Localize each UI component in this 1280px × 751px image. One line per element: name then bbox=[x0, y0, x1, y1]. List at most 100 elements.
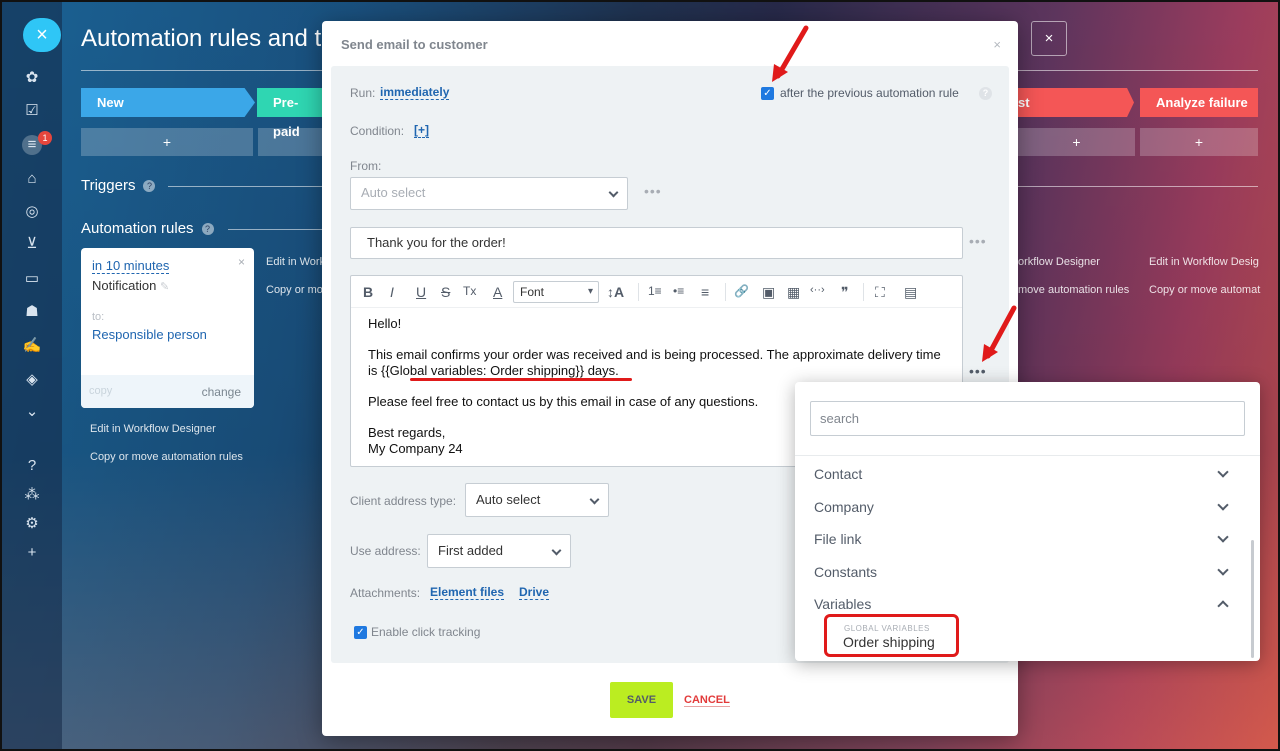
card-footer: copy change bbox=[81, 375, 254, 408]
stage-pre-paid[interactable]: Pre-paid bbox=[257, 88, 322, 139]
chevron-down-icon[interactable] bbox=[1217, 466, 1229, 478]
subject-input[interactable]: Thank you for the order! bbox=[350, 227, 963, 259]
video-icon[interactable]: ▤ bbox=[904, 284, 917, 301]
contact-card-icon[interactable]: ▭ bbox=[22, 269, 42, 289]
bold-icon[interactable]: B bbox=[363, 284, 373, 300]
add-rule-button[interactable] bbox=[258, 128, 322, 156]
click-tracking-checkbox[interactable]: ✓ bbox=[354, 626, 367, 639]
popup-item-contact[interactable]: Contact bbox=[814, 466, 862, 482]
tasks-icon[interactable]: ☑ bbox=[22, 101, 42, 121]
client-address-type-label: Client address type: bbox=[350, 494, 457, 508]
chevron-down-icon[interactable] bbox=[1217, 499, 1229, 511]
change-button[interactable]: change bbox=[202, 385, 241, 399]
code-icon[interactable]: ‹··› bbox=[810, 284, 825, 296]
save-button[interactable]: SAVE bbox=[610, 682, 673, 718]
signature-icon[interactable]: ✍ bbox=[22, 336, 42, 356]
to-label: to: bbox=[92, 311, 105, 323]
run-label: Run: bbox=[350, 86, 376, 100]
rule-delay-link[interactable]: in 10 minutes bbox=[92, 258, 170, 274]
condition-label: Condition: bbox=[350, 124, 405, 138]
help-icon[interactable]: ? bbox=[143, 180, 156, 192]
run-value-link[interactable]: immediately bbox=[380, 85, 450, 100]
search-input[interactable]: search bbox=[810, 401, 1245, 436]
close-slider-button[interactable]: × bbox=[23, 18, 61, 52]
settings-icon[interactable]: ⚙ bbox=[22, 514, 42, 534]
use-address-select[interactable]: First added bbox=[427, 534, 571, 568]
add-rule-button[interactable]: + bbox=[81, 128, 253, 156]
target-icon[interactable]: ◎ bbox=[22, 202, 42, 222]
attach-element-files-link[interactable]: Element files bbox=[430, 585, 505, 600]
divider bbox=[638, 283, 639, 301]
more-options-icon[interactable]: ••• bbox=[969, 233, 987, 249]
annotation-underline bbox=[410, 378, 632, 381]
add-condition-link[interactable]: [+] bbox=[414, 123, 429, 138]
chevron-down-icon[interactable] bbox=[1217, 564, 1229, 576]
copy-button[interactable]: copy bbox=[89, 385, 112, 397]
edit-in-workflow-designer-link[interactable]: Edit in Workflow Designer bbox=[90, 423, 216, 435]
automation-rule-card[interactable]: in 10 minutes × Notification ✎ to: Respo… bbox=[81, 248, 254, 408]
help-icon[interactable]: ? bbox=[979, 87, 992, 100]
edit-in-workflow-designer-link[interactable]: Edit in Workf bbox=[266, 256, 328, 268]
ordered-list-icon[interactable]: 1≡ bbox=[648, 284, 662, 298]
attach-drive-link[interactable]: Drive bbox=[519, 585, 550, 600]
cart-icon[interactable]: ⊻ bbox=[22, 234, 42, 254]
popup-item-file-link[interactable]: File link bbox=[814, 531, 861, 547]
box-icon[interactable]: ◈ bbox=[22, 370, 42, 390]
align-icon[interactable]: ≡ bbox=[701, 284, 709, 300]
body-paragraph: This email confirms your order was recei… bbox=[368, 347, 941, 378]
from-select[interactable]: Auto select bbox=[350, 177, 628, 210]
activity-icon[interactable]: ✿ bbox=[22, 68, 42, 88]
use-address-label: Use address: bbox=[350, 544, 421, 558]
chevron-up-icon[interactable] bbox=[1217, 600, 1229, 612]
font-size-icon[interactable]: ↕A bbox=[607, 284, 624, 300]
triggers-heading: Triggers? bbox=[81, 177, 156, 194]
structure-icon[interactable]: ⁂ bbox=[22, 485, 42, 505]
more-options-icon[interactable]: ••• bbox=[644, 183, 662, 199]
close-icon[interactable]: × bbox=[993, 37, 1001, 52]
add-rule-button[interactable]: + bbox=[1018, 128, 1135, 156]
close-icon[interactable]: × bbox=[238, 255, 245, 269]
popup-item-order-shipping[interactable]: Order shipping bbox=[843, 634, 935, 650]
text-color-icon[interactable]: A bbox=[493, 284, 502, 300]
table-icon[interactable]: ▦ bbox=[787, 284, 800, 301]
popup-item-constants[interactable]: Constants bbox=[814, 564, 877, 580]
pencil-icon[interactable]: ✎ bbox=[160, 281, 169, 293]
help-icon[interactable]: ? bbox=[201, 223, 214, 235]
copy-move-rules-link[interactable]: Copy or move automation rules bbox=[90, 451, 243, 463]
client-address-type-select[interactable]: Auto select bbox=[465, 483, 609, 517]
underline-icon[interactable]: U bbox=[416, 284, 426, 300]
strikethrough-icon[interactable]: S bbox=[441, 284, 450, 300]
copy-move-rules-link[interactable]: Copy or mov bbox=[266, 284, 328, 296]
scrollbar[interactable] bbox=[1251, 540, 1254, 658]
copy-move-rules-link[interactable]: Copy or move automat bbox=[1149, 284, 1260, 296]
help-icon[interactable]: ? bbox=[22, 456, 42, 476]
quote-icon[interactable]: ❞ bbox=[841, 284, 849, 301]
bg-close-button[interactable]: × bbox=[1031, 21, 1067, 56]
chevron-down-circle-icon[interactable]: ⌄ bbox=[22, 402, 42, 422]
edit-in-workflow-designer-link[interactable]: Edit in Workflow Desig bbox=[1149, 256, 1259, 268]
font-select[interactable]: Font bbox=[513, 281, 599, 303]
robot-icon[interactable]: ☗ bbox=[22, 302, 42, 322]
annotation-arrow-icon bbox=[982, 305, 1017, 362]
add-rule-button[interactable]: + bbox=[1140, 128, 1258, 156]
popup-item-company[interactable]: Company bbox=[814, 499, 874, 515]
edit-in-workflow-designer-link[interactable]: orkflow Designer bbox=[1018, 256, 1100, 268]
stage-analyze-failure[interactable]: Analyze failure bbox=[1140, 88, 1258, 117]
stage-partial[interactable]: st bbox=[1018, 88, 1134, 117]
stage-new[interactable]: New bbox=[81, 88, 255, 117]
after-previous-checkbox[interactable]: ✓ bbox=[761, 87, 774, 100]
chevron-down-icon[interactable] bbox=[1217, 531, 1229, 543]
link-icon[interactable]: 🔗 bbox=[734, 284, 749, 298]
bank-icon[interactable]: ⌂ bbox=[22, 169, 42, 189]
add-icon[interactable]: + bbox=[22, 543, 42, 563]
attachments-label: Attachments: bbox=[350, 586, 421, 600]
fullscreen-icon[interactable]: ⛶ bbox=[875, 284, 885, 301]
image-icon[interactable]: ▣ bbox=[762, 284, 775, 301]
popup-item-variables[interactable]: Variables bbox=[814, 596, 871, 612]
cancel-button[interactable]: CANCEL bbox=[684, 694, 730, 707]
italic-icon[interactable]: I bbox=[390, 284, 394, 300]
bullet-list-icon[interactable]: •≡ bbox=[673, 284, 684, 298]
copy-move-rules-link[interactable]: move automation rules bbox=[1018, 284, 1129, 296]
dialog-title: Send email to customer bbox=[341, 37, 488, 52]
clear-format-icon[interactable]: Tx bbox=[463, 284, 476, 298]
